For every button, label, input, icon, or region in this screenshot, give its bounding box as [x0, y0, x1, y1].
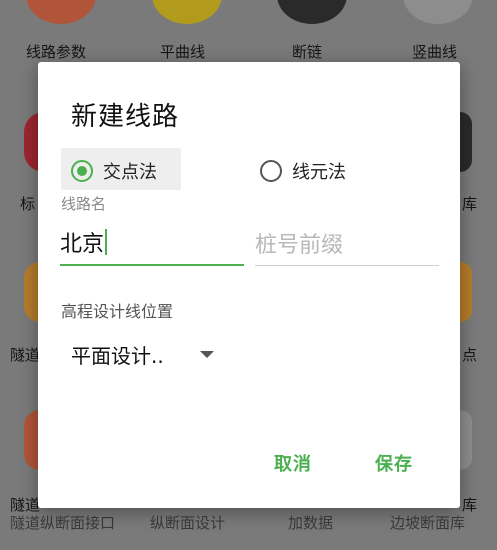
- new-route-dialog: 新建线路 交点法 线元法 线路名 北京 桩号前缀 高程设计线位置 平面设计.. …: [38, 62, 460, 508]
- route-name-value: 北京: [60, 232, 105, 257]
- elevation-position-select[interactable]: 平面设计..: [71, 340, 214, 369]
- bg-icon-right-1: [460, 112, 472, 172]
- bg-label-bottom-1: 隧道纵断面接口: [10, 514, 116, 532]
- dropdown-arrow-icon: [199, 351, 214, 358]
- bg-label-route-params: 线路参数: [26, 43, 87, 61]
- radio-label-element: 线元法: [292, 162, 346, 183]
- bg-label-horizontal-curve: 平曲线: [160, 43, 206, 61]
- bg-label-right-2: 点: [462, 346, 478, 364]
- bg-label-bottom-2: 纵断面设计: [150, 514, 226, 532]
- bg-label-left-1: 标: [20, 195, 36, 213]
- cancel-button[interactable]: 取消: [274, 450, 312, 476]
- radio-element-method[interactable]: 线元法: [260, 158, 346, 184]
- save-button[interactable]: 保存: [375, 450, 413, 476]
- bg-icon-right-2: [460, 262, 472, 322]
- bg-label-vertical-curve: 竖曲线: [412, 43, 458, 61]
- bg-label-right-1: 库: [462, 195, 478, 213]
- elevation-position-label: 高程设计线位置: [61, 302, 174, 321]
- stake-prefix-placeholder: 桩号前缀: [255, 232, 344, 258]
- stake-prefix-input[interactable]: 桩号前缀: [255, 220, 439, 266]
- bg-icon-right-3: [460, 410, 472, 470]
- radio-intersection-method[interactable]: 交点法: [71, 158, 157, 184]
- chain-break-icon: [277, 0, 347, 24]
- horizontal-curve-icon: [152, 0, 222, 24]
- text-cursor: [105, 229, 108, 255]
- radio-unchecked-icon: [260, 160, 282, 182]
- dialog-title: 新建线路: [71, 102, 180, 132]
- route-name-label: 线路名: [61, 195, 107, 213]
- radio-checked-icon: [71, 160, 93, 182]
- bg-label-bottom-4: 边坡断面库: [390, 514, 466, 532]
- route-params-icon: [26, 0, 96, 24]
- radio-label-intersection: 交点法: [103, 162, 157, 183]
- elevation-position-value: 平面设计..: [71, 344, 164, 368]
- vertical-curve-icon: [403, 0, 473, 24]
- bg-label-left-2: 隧道: [10, 346, 41, 364]
- bg-label-chain-break: 断链: [292, 43, 323, 61]
- bg-label-bottom-3: 加数据: [288, 514, 334, 532]
- route-name-input[interactable]: 北京: [60, 220, 244, 266]
